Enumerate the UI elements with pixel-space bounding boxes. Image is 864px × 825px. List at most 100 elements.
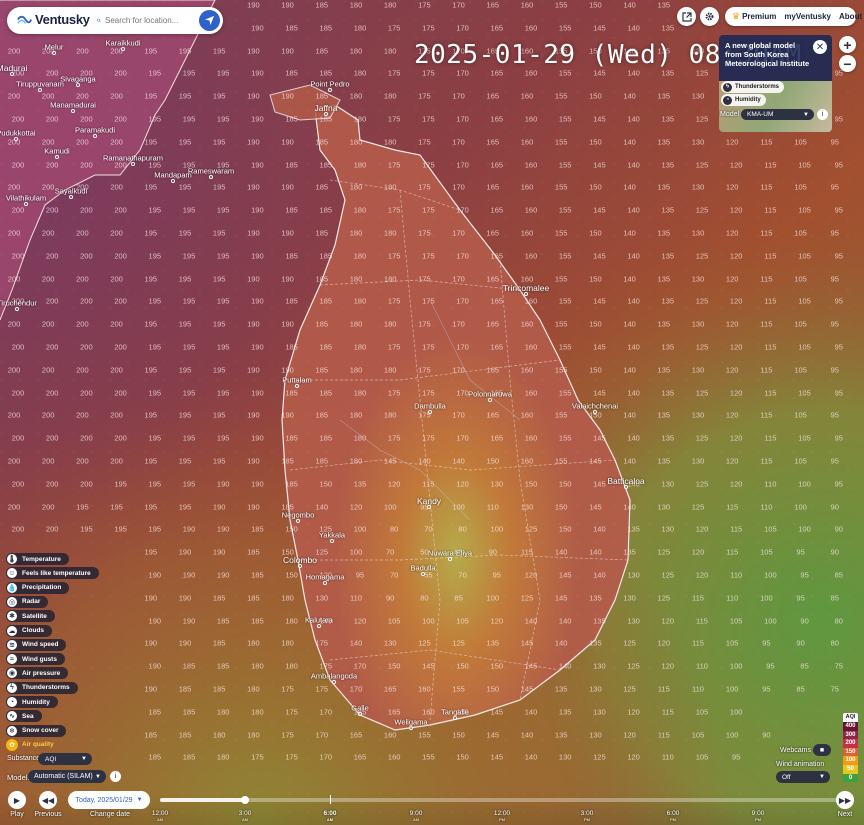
city-label[interactable]: Badulla xyxy=(410,564,435,573)
play-button[interactable]: ▶ xyxy=(8,791,26,809)
city-label[interactable]: Karaikkudi xyxy=(105,39,140,48)
city-label[interactable]: Batticaloa xyxy=(607,476,644,486)
settings-button[interactable] xyxy=(700,7,719,26)
legend-cell: 50 xyxy=(843,764,858,774)
previous-button[interactable]: ◀◀ xyxy=(39,791,57,809)
city-label[interactable]: Kandy xyxy=(417,496,441,506)
layer-clouds[interactable]: ☁ Clouds xyxy=(6,624,53,637)
announcement-pill-humidity[interactable]: ◔ Humidity xyxy=(721,94,766,106)
crown-icon: ♛ xyxy=(732,11,741,21)
city-label[interactable]: Melur xyxy=(45,43,64,52)
city-label[interactable]: Nuwara Eliya xyxy=(428,549,472,558)
model-info-button[interactable]: i xyxy=(110,771,121,782)
city-label[interactable]: Colombo xyxy=(283,555,317,565)
humidity-icon: ◔ xyxy=(6,696,18,708)
about-link[interactable]: About xyxy=(839,12,862,21)
layer-wind-gusts[interactable]: ≈ Wind gusts xyxy=(6,653,65,666)
date-select[interactable]: Today, 2025/01/29 ▼ xyxy=(68,791,150,809)
timeline-handle[interactable] xyxy=(241,796,249,804)
locate-me-button[interactable] xyxy=(199,10,220,31)
timeline-tick[interactable]: 6:00 AM xyxy=(323,810,336,823)
city-label[interactable]: Galle xyxy=(351,704,369,713)
layer-label: Temperature xyxy=(22,555,61,563)
city-label[interactable]: Trincomalee xyxy=(503,283,549,293)
city-label[interactable]: Point Pedro xyxy=(310,80,349,89)
city-label[interactable]: Ambalangoda xyxy=(311,672,357,681)
timeline-tick[interactable]: 6:00 PM xyxy=(667,810,680,823)
webcams-toggle[interactable]: ■ xyxy=(813,744,831,756)
announcement-model-select[interactable]: KMA-UM ▼ xyxy=(741,109,814,120)
layer-air-quality[interactable]: ✿ Air quality xyxy=(6,738,62,751)
timeline-tick[interactable]: 9:00 PM xyxy=(751,810,765,823)
city-label[interactable]: Mandapam xyxy=(154,171,192,180)
search-field[interactable] xyxy=(97,10,200,31)
timeline-tick[interactable]: 12:00 AM xyxy=(151,810,169,823)
gear-icon xyxy=(705,12,714,21)
share-button[interactable] xyxy=(677,7,696,26)
pressure-icon: ◉ xyxy=(6,667,18,680)
premium-link[interactable]: ♛ Premium xyxy=(732,11,776,22)
city-label[interactable]: Madurai xyxy=(0,63,27,73)
announcement-info-button[interactable]: i xyxy=(817,109,828,120)
layer-feels-like-temperature[interactable]: ☺ Feels like temperature xyxy=(6,567,99,580)
layer-precipitation[interactable]: 💧 Precipitation xyxy=(6,581,70,594)
layer-radar[interactable]: ◎ Radar xyxy=(6,595,49,608)
next-label: Next xyxy=(837,811,853,818)
city-label[interactable]: Vilathikulam xyxy=(6,194,46,203)
layer-temperature[interactable]: 🌡 Temperature xyxy=(6,553,69,565)
ventusky-logo[interactable]: Ventusky xyxy=(17,12,90,27)
city-label[interactable]: Homagama xyxy=(306,573,345,582)
timeline-tick[interactable]: 3:00 AM xyxy=(239,810,252,823)
timeline-track[interactable] xyxy=(160,798,840,802)
city-label[interactable]: Puttalam xyxy=(282,376,312,385)
layer-sea[interactable]: ∿ Sea xyxy=(6,710,42,723)
city-label[interactable]: Negombo xyxy=(282,511,315,520)
city-label[interactable]: Polonnaruwa xyxy=(468,390,512,399)
city-label[interactable]: Pudukkottai xyxy=(0,129,36,138)
city-label[interactable]: Kamudi xyxy=(44,147,69,156)
timeline-tick[interactable]: 12:00 PM xyxy=(494,810,510,823)
city-marker-icon xyxy=(593,410,597,414)
city-label[interactable]: Rameswaram xyxy=(188,167,234,176)
timeline-tick[interactable]: 3:00 PM xyxy=(581,810,594,823)
layer-thunderstorms[interactable]: ϟ Thunderstorms xyxy=(6,681,78,694)
city-label[interactable]: Manamadurai xyxy=(50,101,96,110)
aqi-legend[interactable]: AQI 400 300 200 150 100 50 0 xyxy=(843,713,858,783)
layer-label: Air quality xyxy=(22,741,54,749)
tick-time: 12:00 xyxy=(151,810,169,817)
city-label[interactable]: Valaichchenai xyxy=(572,402,618,411)
city-label[interactable]: Dambulla xyxy=(414,402,446,411)
announcement-close-button[interactable]: ✕ xyxy=(813,40,827,54)
timeline-tick[interactable]: 9:00 AM xyxy=(410,810,423,823)
layer-label: Thunderstorms xyxy=(22,684,70,692)
city-label[interactable]: Sivaganga xyxy=(60,75,95,84)
substance-select[interactable]: AQI ▼ xyxy=(38,753,92,765)
announcement-pill-thunderstorms[interactable]: ϟ Thunderstorms xyxy=(721,81,785,93)
city-label[interactable]: Tiruchendur xyxy=(0,299,37,308)
zoom-in-button[interactable]: + xyxy=(839,36,856,53)
zoom-out-button[interactable]: − xyxy=(839,55,856,72)
layer-label: Precipitation xyxy=(22,584,62,592)
tick-period: PM xyxy=(499,817,505,822)
city-label[interactable]: Yakkala xyxy=(319,531,345,540)
search-input[interactable] xyxy=(105,16,200,25)
layer-satellite[interactable]: ✱ Satellite xyxy=(6,610,55,623)
city-label[interactable]: Sayalkudi xyxy=(55,187,88,196)
layer-wind-speed[interactable]: ≋ Wind speed xyxy=(6,638,67,651)
wind-animation-select[interactable]: Off ▼ xyxy=(776,771,830,783)
city-label[interactable]: Jaffna xyxy=(314,103,337,113)
layer-humidity[interactable]: ◔ Humidity xyxy=(6,696,58,708)
next-button[interactable]: ▶▶ xyxy=(836,791,854,809)
tick-time: 9:00 xyxy=(751,810,765,817)
my-ventusky-link[interactable]: myVentusky xyxy=(784,12,831,21)
city-label[interactable]: Paramakudi xyxy=(75,126,115,135)
city-label[interactable]: Kalutara xyxy=(305,616,333,625)
city-marker-icon xyxy=(131,162,135,166)
layer-air-pressure[interactable]: ◉ Air pressure xyxy=(6,667,69,680)
model-select[interactable]: Automatic (SILAM) ▼ xyxy=(28,770,106,783)
layer-snow-cover[interactable]: ❄ Snow cover xyxy=(6,724,67,737)
city-label[interactable]: Tangalle xyxy=(441,708,469,717)
city-label[interactable]: Tiruppuvanam xyxy=(16,80,64,89)
city-label[interactable]: Weligama xyxy=(394,718,427,727)
city-label[interactable]: Ramanathapuram xyxy=(103,154,163,163)
